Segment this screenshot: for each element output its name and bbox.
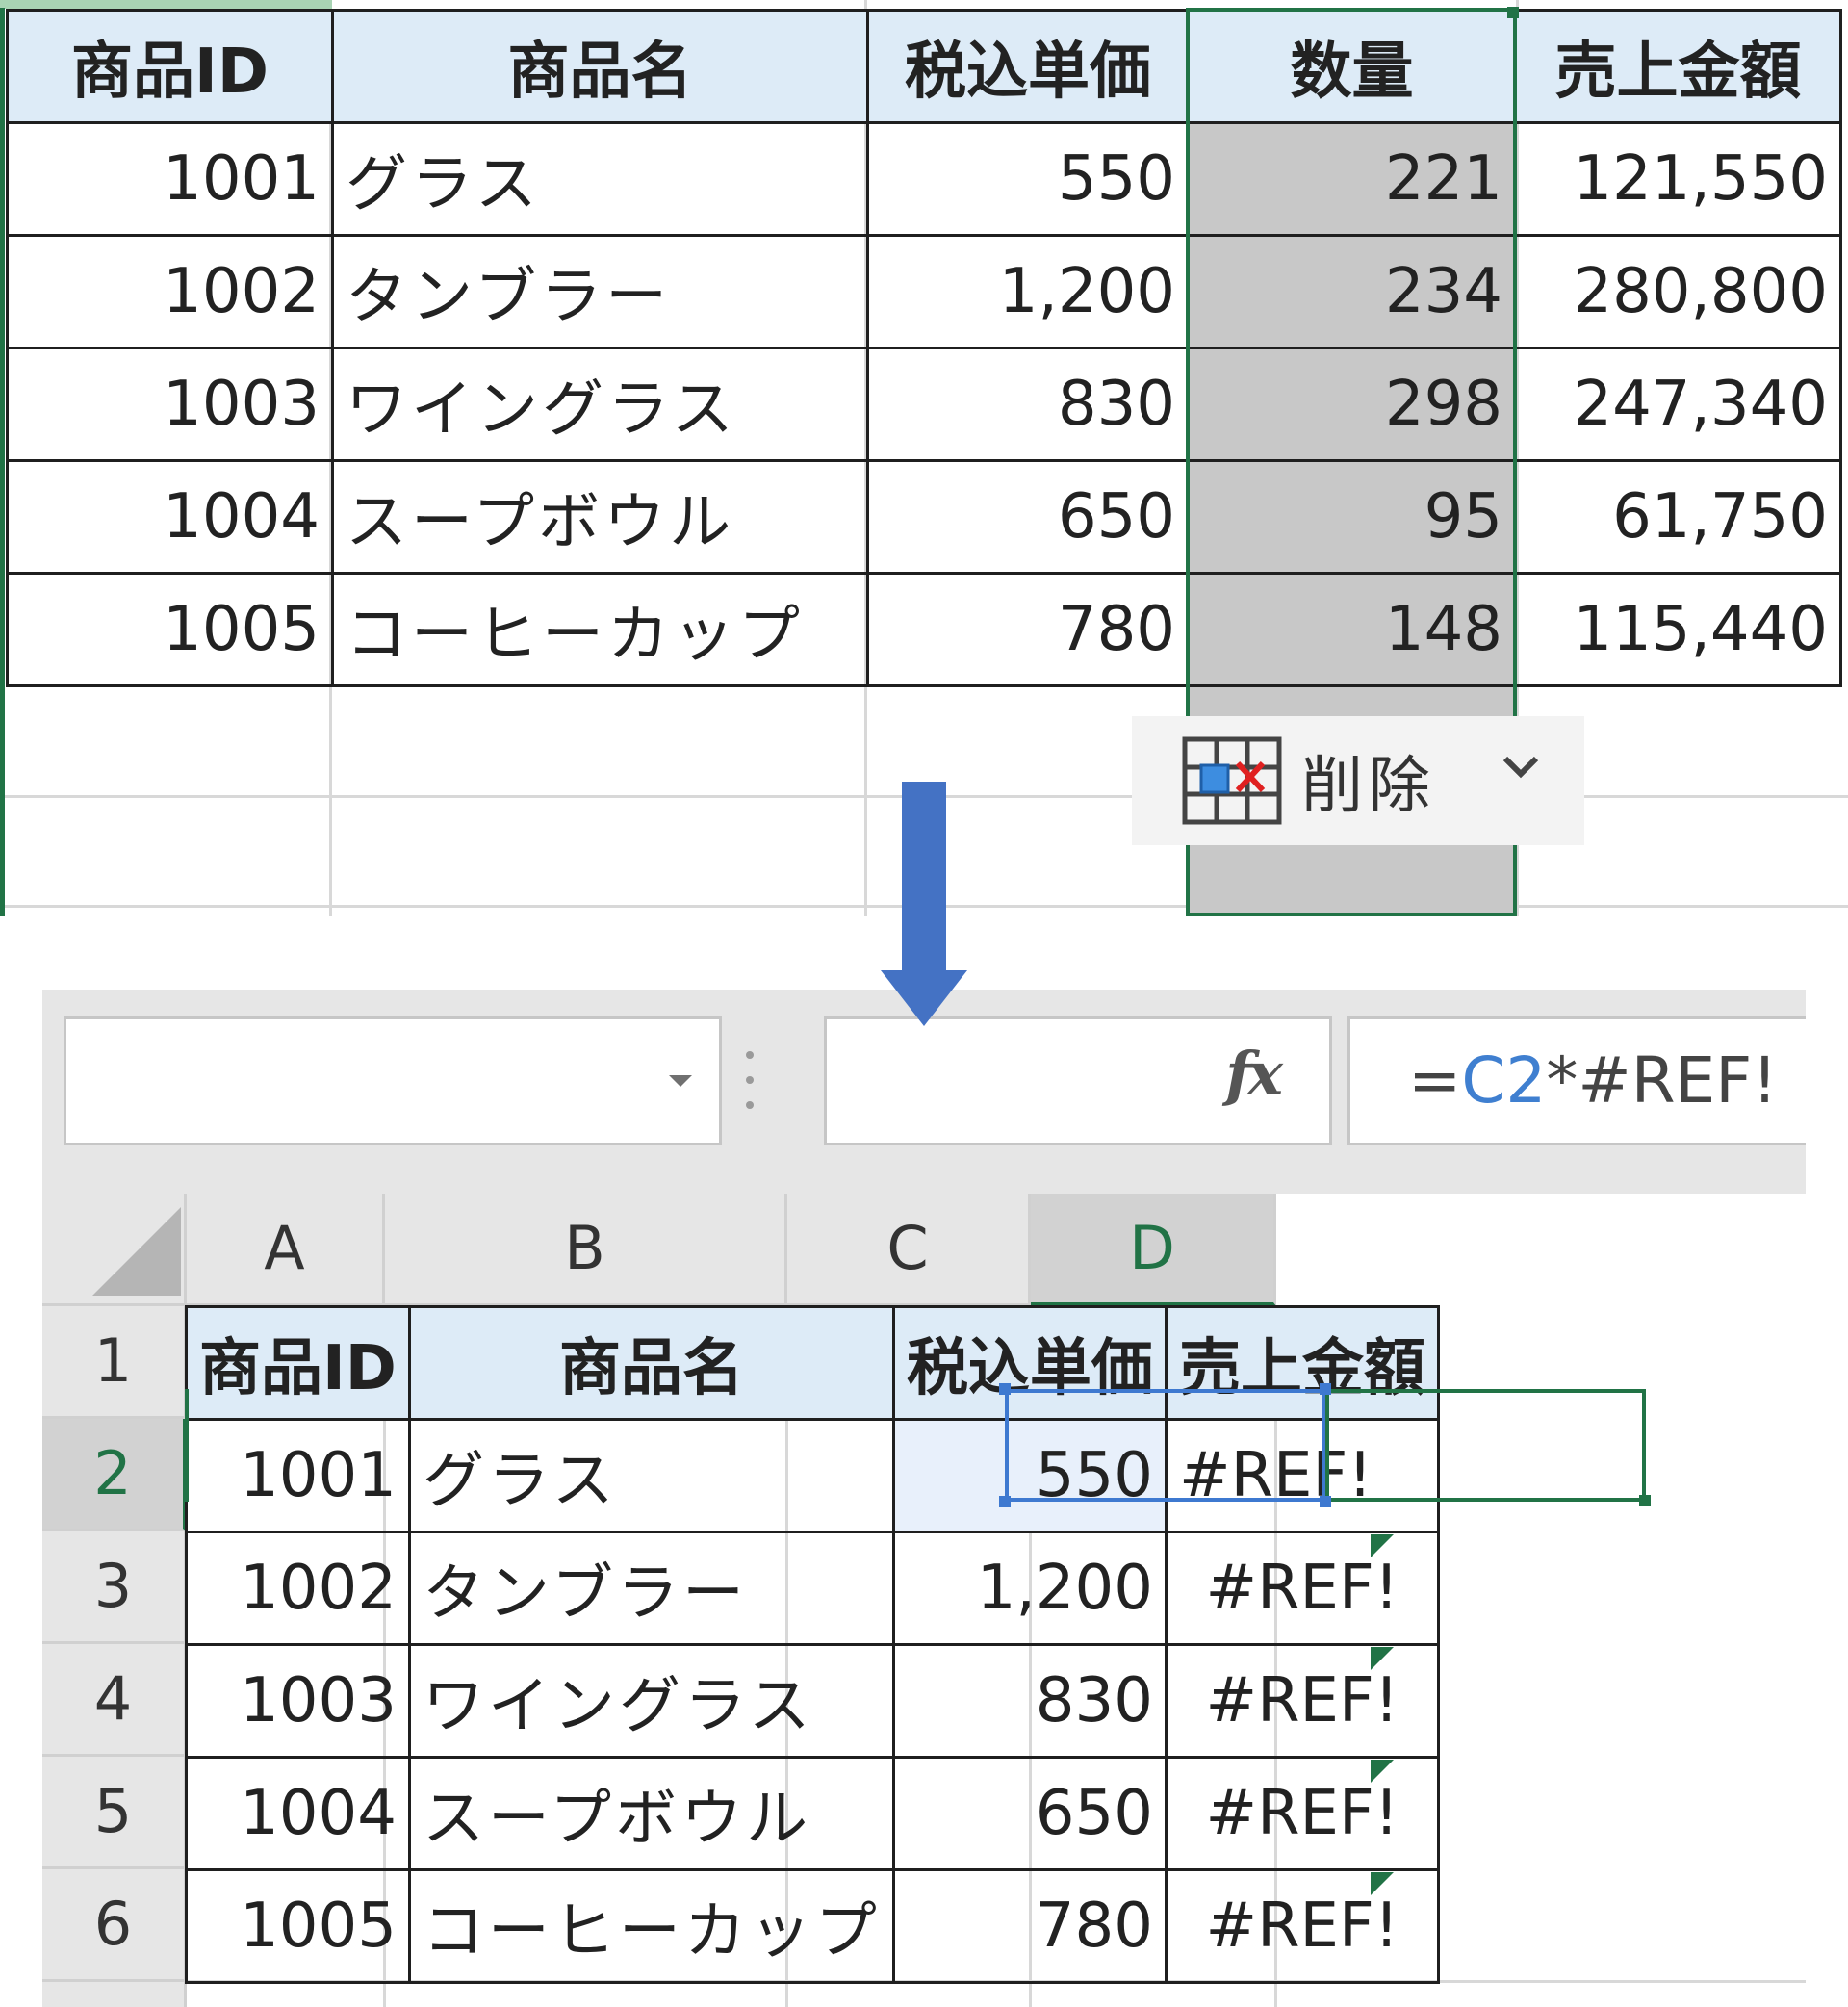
table-row: 1002 タンブラー 1,200 #REF! [185,1531,1440,1646]
cell-sales[interactable]: 115,440 [1514,572,1842,687]
cell-sales[interactable]: #REF! [1164,1643,1440,1759]
cell-price[interactable]: 650 [891,1756,1168,1871]
cell-sales[interactable]: 247,340 [1514,347,1842,462]
column-header-d[interactable]: D [1031,1194,1276,1306]
select-all-corner[interactable] [42,1194,187,1306]
header-cell[interactable]: 商品ID [6,9,334,124]
arrow-down-icon [881,782,967,1026]
reference-handle[interactable] [1320,1496,1331,1507]
header-cell[interactable]: 商品名 [407,1305,895,1421]
header-cell[interactable]: 商品ID [185,1305,411,1421]
cell-name[interactable]: ワイングラス [331,347,869,462]
table-row: 1003 ワイングラス 830 #REF! [185,1643,1440,1759]
formula-bar-resize-handle[interactable] [743,1049,757,1111]
reference-handle[interactable] [999,1496,1011,1507]
fx-icon[interactable]: fx [1225,1039,1283,1109]
cell-name[interactable]: スープボウル [331,459,869,575]
cell-name[interactable]: コーヒーカップ [407,1868,895,1984]
table-row: 1005 コーヒーカップ 780 148 115,440 [6,572,1842,687]
delete-action-button[interactable]: 削除 [1132,716,1584,845]
error-indicator-icon[interactable] [1371,1534,1394,1557]
cell-price[interactable]: 830 [866,347,1190,462]
chevron-down-icon[interactable] [1502,753,1540,782]
cell-id[interactable]: 1002 [185,1531,411,1646]
error-indicator-icon[interactable] [1371,1872,1394,1895]
top-data-table: 商品ID 商品名 税込単価 数量 売上金額 1001 グラス 550 221 1… [6,9,1842,687]
reference-handle[interactable] [1320,1383,1331,1395]
header-cell[interactable]: 税込単価 [866,9,1190,124]
cell-id[interactable]: 1003 [185,1643,411,1759]
cell-sales[interactable]: #REF! [1164,1868,1440,1984]
cell-sales[interactable]: #REF! [1164,1756,1440,1871]
column-header-b[interactable]: B [385,1194,787,1306]
row-selection-edge [185,1389,189,1502]
cell-price[interactable]: 830 [891,1643,1168,1759]
cell-id[interactable]: 1001 [6,121,334,237]
row-header-6[interactable]: 6 [42,1869,187,1982]
cell-id[interactable]: 1002 [6,234,334,349]
column-header-accent [0,0,332,9]
table-row: 1004 スープボウル 650 95 61,750 [6,459,1842,575]
name-box[interactable] [64,1016,722,1145]
cell-price[interactable]: 1,200 [866,234,1190,349]
reference-handle[interactable] [999,1383,1011,1395]
cell-sales[interactable]: 280,800 [1514,234,1842,349]
row-header-5[interactable]: 5 [42,1757,187,1869]
cell-sales[interactable]: 61,750 [1514,459,1842,575]
formula-rest: *#REF! [1546,1043,1778,1118]
cell-id[interactable]: 1001 [185,1418,411,1533]
fill-handle[interactable] [1639,1495,1651,1506]
header-cell[interactable]: 売上金額 [1514,9,1842,124]
cell-sales[interactable]: #REF! [1164,1531,1440,1646]
insert-function-area: fx [824,1016,1332,1145]
header-cell[interactable]: 商品名 [331,9,869,124]
cell-price[interactable]: 550 [866,121,1190,237]
delete-label: 削除 [1301,751,1436,822]
cell-name[interactable]: スープボウル [407,1756,895,1871]
error-indicator-icon[interactable] [1371,1760,1394,1783]
table-row: 1001 グラス 550 221 121,550 [6,121,1842,237]
table-row: 1003 ワイングラス 830 298 247,340 [6,347,1842,462]
formula-equals: = [1408,1043,1462,1118]
cell-name[interactable]: グラス [331,121,869,237]
cell-id[interactable]: 1005 [6,572,334,687]
table-row: 1005 コーヒーカップ 780 #REF! [185,1868,1440,1984]
column-header-a[interactable]: A [187,1194,385,1306]
table-row: 1004 スープボウル 650 #REF! [185,1756,1440,1871]
table-row: 1002 タンブラー 1,200 234 280,800 [6,234,1842,349]
formula-bar[interactable]: =C2*#REF! [1348,1016,1806,1145]
row-header-3[interactable]: 3 [42,1531,187,1644]
cell-price[interactable]: 780 [866,572,1190,687]
cell-name[interactable]: ワイングラス [407,1643,895,1759]
delete-column-icon [1182,736,1282,825]
reference-highlight-c2 [1005,1389,1325,1502]
column-header-c[interactable]: C [787,1194,1031,1306]
active-cell-border [1325,1389,1646,1502]
cell-price[interactable]: 650 [866,459,1190,575]
row-header-4[interactable]: 4 [42,1644,187,1757]
header-row: 商品ID 商品名 税込単価 数量 売上金額 [6,9,1842,124]
formula-reference: C2 [1461,1043,1547,1118]
cell-name[interactable]: タンブラー [407,1531,895,1646]
row-header-7[interactable]: 7 [42,1982,187,2007]
error-indicator-icon[interactable] [1371,1647,1394,1670]
cell-id[interactable]: 1003 [6,347,334,462]
selection-edge [0,8,5,916]
cell-id[interactable]: 1004 [185,1756,411,1871]
cell-id[interactable]: 1004 [6,459,334,575]
cell-sales[interactable]: 121,550 [1514,121,1842,237]
select-all-triangle-icon [92,1207,181,1296]
cell-id[interactable]: 1005 [185,1868,411,1984]
cell-name[interactable]: タンブラー [331,234,869,349]
top-spreadsheet-snippet: 商品ID 商品名 税込単価 数量 売上金額 1001 グラス 550 221 1… [0,0,1848,916]
cell-price[interactable]: 1,200 [891,1531,1168,1646]
fill-handle[interactable] [1507,7,1519,18]
chevron-down-icon[interactable] [669,1075,692,1087]
cell-name[interactable]: グラス [407,1418,895,1533]
cell-price[interactable]: 780 [891,1868,1168,1984]
cell-name[interactable]: コーヒーカップ [331,572,869,687]
row-header-1[interactable]: 1 [42,1306,187,1419]
row-header-2[interactable]: 2 [42,1419,187,1531]
